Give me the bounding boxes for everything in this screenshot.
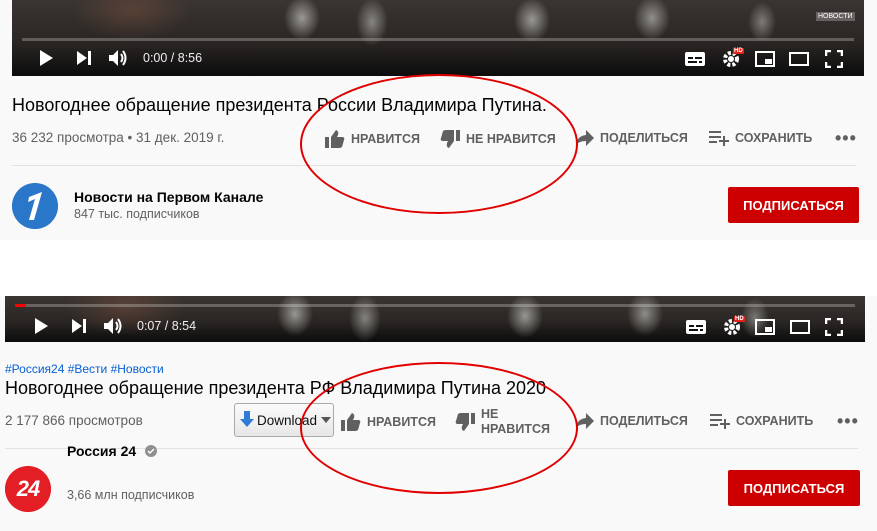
play-button[interactable] (36, 48, 56, 68)
subtitles-icon (686, 320, 706, 334)
next-button[interactable] (69, 316, 89, 336)
volume-icon (104, 318, 122, 334)
fullscreen-button[interactable] (823, 48, 845, 70)
video-panel-2: 0:07 / 8:54 HD #Россия24 #Вести #Новости… (0, 296, 877, 531)
more-icon: ••• (837, 411, 859, 431)
save-icon (709, 131, 729, 146)
save-label: СОХРАНИТЬ (735, 131, 813, 145)
view-count: 2 177 866 просмотров (5, 413, 143, 428)
volume-button[interactable] (108, 47, 130, 69)
hashtags[interactable]: #Россия24 #Вести #Новости (5, 362, 164, 376)
theater-mode-button[interactable] (789, 317, 811, 337)
video-panel-1: НОВОСТИ 0:00 / 8:56 HD Новогоднее обраще… (0, 0, 877, 240)
annotation-ellipse (300, 74, 578, 214)
hd-badge: HD (733, 48, 744, 54)
share-label: ПОДЕЛИТЬСЯ (600, 414, 688, 428)
miniplayer-button[interactable] (754, 49, 776, 69)
miniplayer-button[interactable] (754, 317, 776, 337)
save-icon (710, 414, 730, 429)
fullscreen-button[interactable] (823, 316, 845, 338)
subtitles-button[interactable] (685, 317, 707, 337)
next-icon (72, 319, 86, 333)
share-button[interactable]: ПОДЕЛИТЬСЯ (576, 130, 688, 146)
progress-played (15, 304, 26, 307)
channel-name[interactable]: Россия 24 (67, 443, 136, 459)
miniplayer-icon (755, 319, 775, 335)
share-button[interactable]: ПОДЕЛИТЬСЯ (576, 413, 688, 429)
next-icon (77, 51, 91, 65)
fullscreen-icon (825, 50, 843, 68)
play-icon (35, 318, 48, 334)
channel-logo-text: 24 (16, 476, 40, 501)
more-actions-button[interactable]: ••• (835, 128, 857, 149)
share-icon (576, 413, 594, 429)
annotation-ellipse (300, 362, 578, 494)
progress-bar[interactable] (15, 304, 855, 307)
settings-button[interactable]: HD (719, 48, 744, 70)
fullscreen-icon (825, 318, 843, 336)
save-button[interactable]: СОХРАНИТЬ (709, 130, 812, 146)
verified-icon (144, 445, 157, 457)
play-button[interactable] (31, 316, 51, 336)
subtitles-icon (685, 52, 705, 66)
video-player-2[interactable]: 0:07 / 8:54 HD (5, 296, 865, 342)
settings-button[interactable]: HD (720, 316, 745, 338)
download-icon (240, 411, 254, 427)
channel-name[interactable]: Новости на Первом Канале (74, 189, 263, 205)
progress-bar[interactable] (22, 38, 854, 41)
volume-button[interactable] (103, 315, 125, 337)
more-icon: ••• (835, 128, 857, 148)
more-actions-button[interactable]: ••• (837, 411, 859, 432)
play-icon (40, 50, 53, 66)
subscriber-count: 847 тыс. подписчиков (74, 207, 200, 221)
subtitles-button[interactable] (684, 49, 706, 69)
channel-watermark: НОВОСТИ (816, 12, 855, 21)
time-display: 0:00 / 8:56 (143, 51, 203, 65)
save-label: СОХРАНИТЬ (736, 414, 814, 428)
video-player-1[interactable]: НОВОСТИ 0:00 / 8:56 HD (12, 0, 864, 76)
channel-avatar[interactable]: 24 (5, 466, 51, 512)
share-label: ПОДЕЛИТЬСЯ (600, 131, 688, 145)
views-and-date: 36 232 просмотра • 31 дек. 2019 г. (12, 130, 225, 145)
hd-badge: HD (734, 316, 745, 322)
subscribe-button[interactable]: ПОДПИСАТЬСЯ (728, 470, 860, 506)
subscriber-count: 3,66 млн подписчиков (67, 488, 195, 502)
channel-logo-icon (12, 183, 58, 229)
miniplayer-icon (755, 51, 775, 67)
channel-name-row: Россия 24 (67, 443, 157, 461)
channel-avatar[interactable] (12, 183, 58, 229)
theater-icon (790, 320, 810, 334)
time-display: 0:07 / 8:54 (137, 319, 197, 333)
subscribe-button[interactable]: ПОДПИСАТЬСЯ (728, 187, 859, 223)
save-button[interactable]: СОХРАНИТЬ (710, 413, 813, 429)
share-icon (576, 130, 594, 146)
theater-mode-button[interactable] (788, 49, 810, 69)
next-button[interactable] (74, 48, 94, 68)
volume-icon (109, 50, 127, 66)
theater-icon (789, 52, 809, 66)
